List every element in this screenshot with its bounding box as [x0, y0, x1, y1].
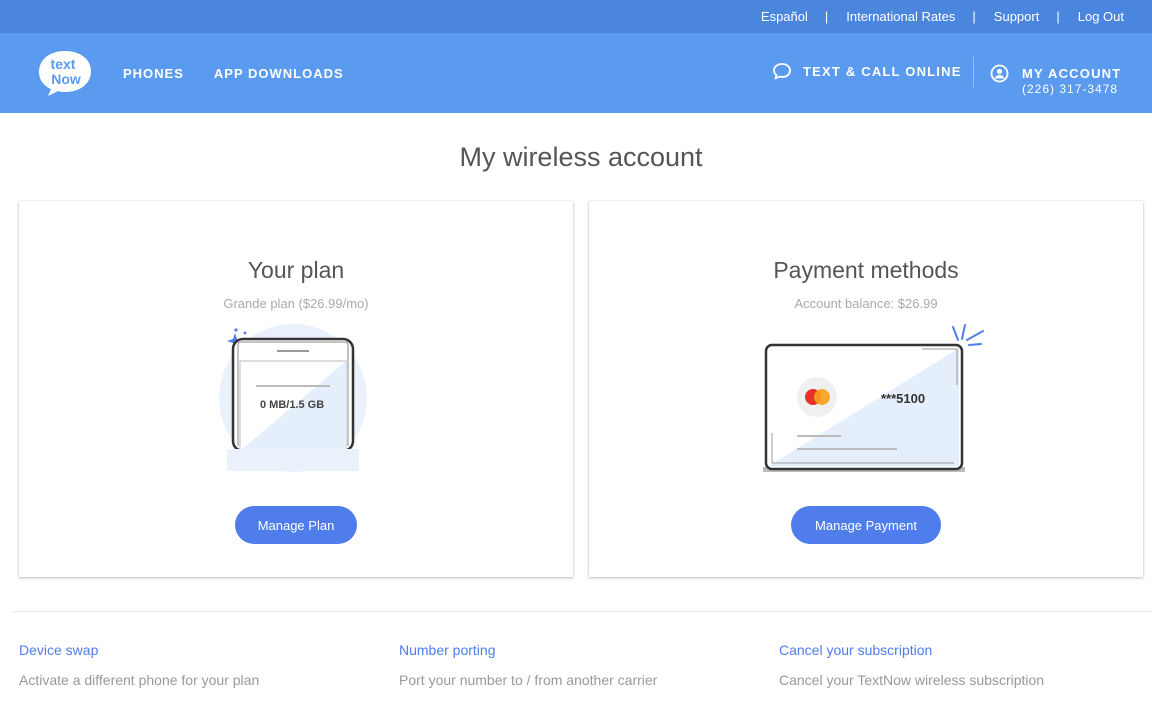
manage-plan-button[interactable]: Manage Plan [235, 506, 357, 544]
nav-phones[interactable]: PHONES [123, 66, 184, 81]
textnow-logo[interactable]: text Now [36, 49, 94, 97]
language-link[interactable]: Español [761, 9, 808, 24]
separator: | [824, 9, 829, 24]
logo-word-text: text [51, 56, 76, 72]
my-account-link[interactable]: MY ACCOUNT (226) 317-3478 [990, 64, 1122, 96]
international-rates-link[interactable]: International Rates [846, 9, 955, 24]
page-title: My wireless account [459, 142, 703, 172]
support-link[interactable]: Support [994, 9, 1040, 24]
plan-subtitle: Grande plan ($26.99/mo) [223, 296, 369, 311]
separator: | [1056, 9, 1060, 24]
cancel-subscription-link[interactable]: Cancel your subscription [779, 642, 1044, 658]
account-balance: Account balance: $26.99 [794, 296, 938, 311]
text-call-label: TEXT & CALL ONLINE [803, 63, 962, 79]
primary-nav: PHONES APP DOWNLOADS [123, 33, 374, 113]
device-swap-description: Activate a different phone for your plan [19, 672, 260, 688]
account-phone-number: (226) 317-3478 [1022, 82, 1119, 96]
header-divider [973, 57, 974, 87]
log-out-link[interactable]: Log Out [1078, 9, 1124, 24]
payment-card-title: Payment methods [773, 257, 959, 283]
utility-bar: Español | International Rates | Support … [0, 0, 1152, 33]
credit-card-illustration [763, 324, 984, 472]
separator: | [972, 9, 976, 24]
logo-word-now: Now [51, 71, 81, 87]
number-porting-description: Port your number to / from another carri… [399, 672, 658, 688]
number-porting-link[interactable]: Number porting [399, 642, 657, 658]
chat-bubble-icon [773, 63, 791, 80]
user-circle-icon [990, 64, 1009, 83]
device-swap-link[interactable]: Device swap [19, 642, 259, 658]
device-swap-section: Device swap Activate a different phone f… [19, 642, 259, 688]
manage-payment-button[interactable]: Manage Payment [791, 506, 941, 544]
my-account-label: MY ACCOUNT [1022, 66, 1122, 81]
utility-links: Español | International Rates | Support … [761, 0, 1124, 33]
data-usage-text: 0 MB/1.5 GB [260, 399, 325, 411]
plan-card-title: Your plan [247, 257, 345, 283]
cancel-subscription-section: Cancel your subscription Cancel your Tex… [779, 642, 1044, 688]
plan-card: Your plan Grande plan ($26.99/mo) 0 MB/1… [19, 201, 573, 577]
number-porting-section: Number porting Port your number to / fro… [399, 642, 657, 688]
phone-illustration [219, 324, 367, 472]
cancel-subscription-description: Cancel your TextNow wireless subscriptio… [779, 672, 1045, 688]
nav-app-downloads[interactable]: APP DOWNLOADS [214, 66, 344, 81]
main-header: text Now PHONES APP DOWNLOADS TEXT & CAL… [0, 33, 1152, 113]
textnow-logo-icon: text Now [39, 51, 91, 96]
text-call-online-link[interactable]: TEXT & CALL ONLINE [772, 62, 962, 80]
card-number: ***5100 [881, 391, 926, 406]
section-divider [13, 611, 1152, 612]
payment-card: Payment methods Account balance: $26.99 … [589, 201, 1143, 577]
